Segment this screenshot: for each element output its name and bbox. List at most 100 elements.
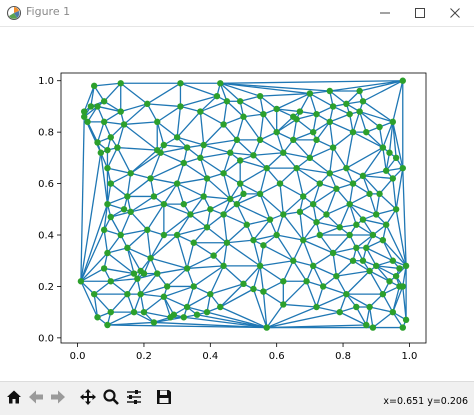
triangulation-edge [372,311,394,329]
triangulation-edge [349,193,370,205]
arrow-left-icon [29,390,43,404]
triangulation-plot[interactable]: 0.0 0.2 0.4 0.6 0.8 1.0 0.0 0.2 0.4 0.6 0.8 1.0 [0,27,474,377]
data-point [382,221,390,228]
triangulation-edge [126,177,151,197]
minimize-button[interactable] [368,0,402,26]
data-point [346,110,353,118]
data-point [363,244,370,252]
triangulation-edge [236,116,245,141]
data-point [227,195,234,203]
forward-button[interactable] [47,386,69,408]
y-tick-label: 0.0 [38,333,54,344]
data-point [236,98,244,105]
data-point [336,308,343,316]
data-point [250,285,257,293]
triangulation-edge [282,260,294,282]
data-point [147,254,154,262]
data-point [167,314,174,321]
data-point [386,278,393,285]
data-point [373,262,380,270]
data-point [280,301,287,308]
data-point [346,231,353,239]
x-axis-ticks: 0.0 0.2 0.4 0.6 0.8 1.0 [70,343,417,362]
data-point [233,136,241,144]
x-tick-label: 0.4 [202,351,218,362]
triangulation-edge [203,144,231,154]
triangulation-edge [160,146,188,154]
data-point [187,211,194,218]
data-point [309,262,317,270]
data-point [190,239,197,246]
save-button[interactable] [153,386,175,408]
data-point [336,224,343,231]
figure-canvas[interactable]: 0.0 0.2 0.4 0.6 0.8 1.0 0.0 0.2 0.4 0.6 0.8 1.0 [0,27,474,377]
sliders-icon [127,390,141,404]
data-point [107,213,114,221]
close-button[interactable] [438,0,472,26]
triangulation-edge [156,121,178,138]
data-point [326,87,333,95]
data-point [117,108,124,115]
data-point [240,190,247,198]
configure-subplots-button[interactable] [123,386,145,408]
triangulation-edge [163,144,188,149]
data-point [104,146,111,154]
triangulation-edge [219,288,254,308]
data-point [399,283,406,290]
data-point [134,275,141,282]
x-tick-label: 0.8 [335,351,351,362]
back-button[interactable] [25,386,47,408]
data-point [280,211,287,218]
data-point [160,141,168,149]
triangulation-edge [107,195,128,205]
data-point [399,324,406,331]
data-point [290,257,297,264]
data-point [256,92,264,100]
data-point [389,308,397,316]
data-point [309,128,317,136]
data-point [256,190,264,198]
triangulation-edge [146,229,152,259]
data-point [389,175,397,182]
window-titlebar: Figure 1 [0,0,474,27]
data-point [382,167,390,174]
data-point [203,308,211,316]
data-point [150,319,158,326]
data-point [104,200,111,208]
home-button[interactable] [3,386,25,408]
triangulation-edge [329,121,354,133]
pan-button[interactable] [77,386,99,408]
data-point [313,110,320,118]
data-point [124,244,131,252]
data-point [293,116,300,123]
data-point [343,100,350,108]
triangulation-edge [236,139,254,156]
data-point [376,190,383,198]
data-point [197,108,204,115]
data-point [100,226,108,234]
triangulation-edge [352,111,361,133]
data-point [399,164,406,172]
triangulation-edge [193,242,214,257]
data-point [389,257,397,264]
triangulation-edge [259,265,284,282]
data-point [316,180,324,187]
triangulation-edge [332,252,338,277]
triangulation-edge [156,121,165,146]
zoom-button[interactable] [100,386,122,408]
maximize-button[interactable] [403,0,437,26]
data-point [160,200,168,208]
triangulation-edge [316,306,340,313]
triangulation-edge [263,291,284,305]
navigation-toolbar: x=0.651 y=0.206 [0,381,474,415]
triangulation-edge [266,152,284,169]
triangulation-edge [392,178,397,210]
y-axis-ticks: 0.0 0.2 0.4 0.6 0.8 1.0 [38,76,61,344]
data-point [173,231,181,239]
triangulation-edge [110,172,131,185]
data-point [313,136,320,144]
triangulation-edge [186,242,195,269]
triangulation-edge [116,147,132,174]
triangulation-edge [200,111,224,125]
data-point [104,249,111,257]
